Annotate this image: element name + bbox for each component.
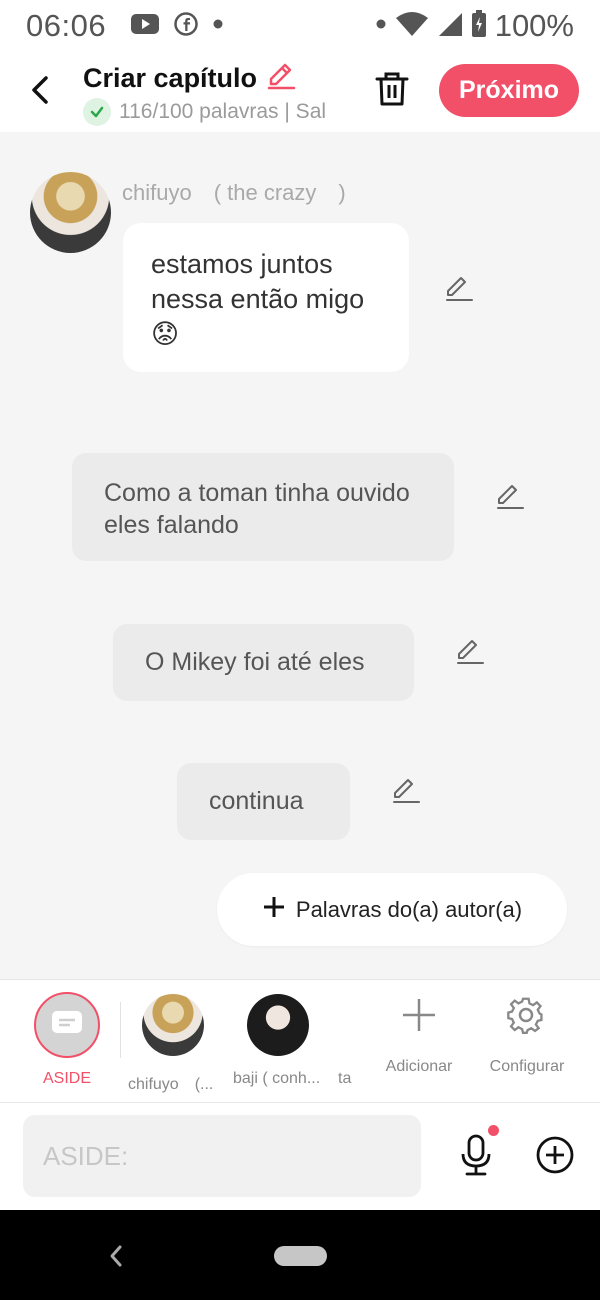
- character-label: ta: [338, 1070, 352, 1087]
- edit-message-icon[interactable]: [495, 481, 525, 511]
- recording-indicator-dot: [488, 1125, 499, 1136]
- message-input[interactable]: [23, 1115, 421, 1197]
- status-time: 06:06: [26, 8, 107, 43]
- edit-message-icon[interactable]: [455, 636, 485, 666]
- aside-button[interactable]: [34, 992, 100, 1058]
- message-character-name: chifuyo ( the crazy ): [122, 180, 346, 205]
- title-row: Criar capítulo: [83, 60, 297, 97]
- character-avatar-baji[interactable]: [247, 994, 309, 1056]
- page-title: Criar capítulo: [83, 63, 258, 93]
- next-button[interactable]: Próximo: [439, 64, 579, 117]
- character-bar: ASIDE chifuyo (... baji ( conh... ta Adi…: [0, 979, 600, 1103]
- edit-message-icon[interactable]: [391, 775, 421, 805]
- dot-icon: [212, 12, 224, 41]
- dot-icon: [375, 12, 387, 41]
- aside-label: ASIDE: [42, 1070, 91, 1087]
- check-icon: [83, 98, 111, 126]
- add-character-label: Adicionar: [385, 1058, 453, 1075]
- app-header: Criar capítulo 116/100 palavras | Sal Pr…: [0, 50, 600, 132]
- chat-bubble-icon: [51, 1009, 83, 1042]
- youtube-icon: [130, 12, 160, 41]
- battery-icon: [471, 9, 487, 43]
- microphone-icon[interactable]: [458, 1133, 494, 1182]
- wifi-icon: [395, 11, 429, 42]
- word-count-row: 116/100 palavras | Sal: [83, 98, 345, 126]
- input-bar: [0, 1103, 600, 1210]
- settings-label: Configurar: [489, 1058, 565, 1075]
- nav-home-pill[interactable]: [274, 1246, 327, 1266]
- character-label: chifuyo (...: [128, 1076, 214, 1093]
- avatar[interactable]: [30, 172, 111, 253]
- status-bar: 06:06 100%: [0, 0, 600, 50]
- add-circle-icon[interactable]: [535, 1135, 575, 1180]
- system-icons: 100%: [375, 8, 574, 44]
- settings-button[interactable]: [476, 996, 576, 1041]
- add-author-words-label: Palavras do(a) autor(a): [295, 896, 523, 922]
- trash-icon[interactable]: [374, 70, 410, 113]
- notification-icons: [130, 12, 224, 41]
- divider: [120, 1002, 121, 1058]
- character-avatar-chifuyo[interactable]: [142, 994, 204, 1056]
- gear-icon: [506, 997, 546, 1040]
- message-bubble[interactable]: estamos juntos nessa então migo 😟: [123, 223, 409, 372]
- character-label: baji ( conh...: [233, 1070, 321, 1087]
- plus-icon: [262, 895, 286, 925]
- edit-message-icon[interactable]: [444, 273, 474, 303]
- nav-back-icon[interactable]: [106, 1243, 126, 1274]
- system-nav-bar: [0, 1210, 600, 1300]
- narration-bubble[interactable]: Como a toman tinha ouvido eles falando: [72, 453, 454, 561]
- add-author-words-button[interactable]: Palavras do(a) autor(a): [217, 873, 567, 946]
- narration-bubble[interactable]: continua: [177, 763, 350, 840]
- signal-icon: [437, 11, 463, 42]
- add-character-button[interactable]: [369, 996, 469, 1039]
- facebook-icon: [174, 12, 198, 41]
- plus-icon: [400, 999, 438, 1038]
- narration-bubble[interactable]: O Mikey foi até eles: [113, 624, 414, 701]
- battery-percent: 100%: [494, 8, 574, 43]
- edit-title-icon[interactable]: [265, 60, 297, 97]
- back-icon[interactable]: [26, 70, 56, 110]
- word-count: 116/100 palavras | Sal: [119, 100, 327, 123]
